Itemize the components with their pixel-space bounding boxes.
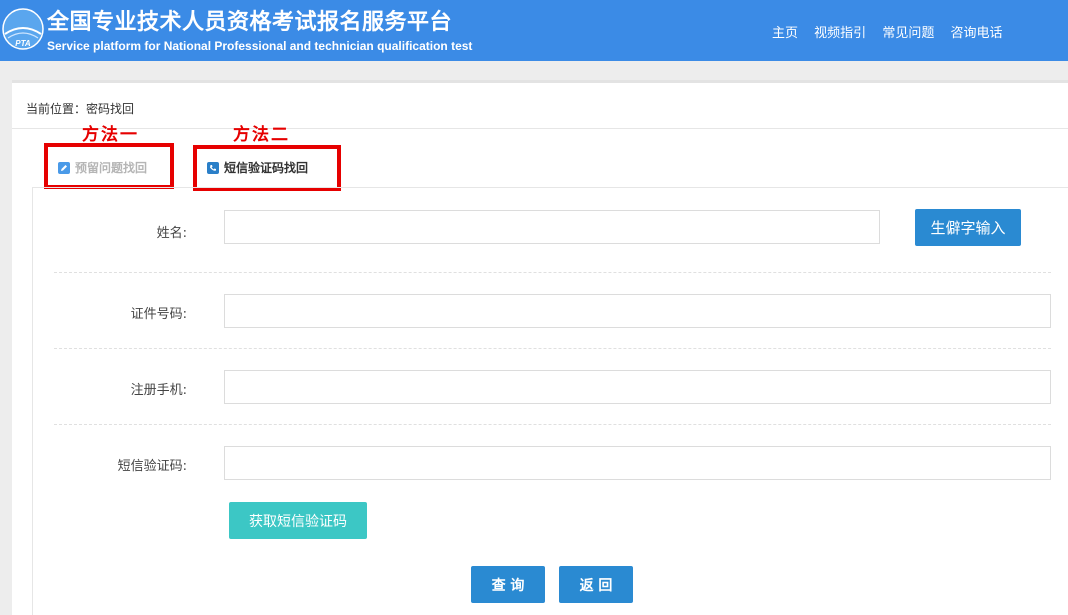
logo-text: PTA — [15, 39, 31, 48]
get-sms-code-button[interactable]: 获取短信验证码 — [229, 502, 367, 539]
tab-security-question[interactable]: 预留问题找回 — [58, 159, 147, 176]
pta-logo-icon: PTA — [2, 8, 44, 50]
nav-video-guide[interactable]: 视频指引 — [814, 26, 866, 41]
phone-icon — [207, 161, 219, 174]
breadcrumb-divider — [12, 128, 1068, 129]
sms-code-input[interactable] — [224, 446, 1051, 480]
divider-3 — [54, 424, 1051, 425]
rare-char-input-button[interactable]: 生僻字输入 — [915, 209, 1021, 246]
nav-home[interactable]: 主页 — [772, 26, 798, 41]
name-label: 姓名: — [156, 226, 187, 241]
nav-hotline[interactable]: 咨询电话 — [950, 26, 1002, 41]
divider-2 — [54, 348, 1051, 349]
tab-sms-code[interactable]: 短信验证码找回 — [207, 159, 308, 176]
phone-label: 注册手机: — [130, 383, 187, 398]
top-header: PTA 全国专业技术人员资格考试报名服务平台 Service platform … — [0, 0, 1068, 61]
id-number-input[interactable] — [224, 294, 1051, 328]
breadcrumb: 当前位置：密码找回 — [26, 102, 135, 116]
name-input[interactable] — [224, 210, 880, 244]
phone-input[interactable] — [224, 370, 1051, 404]
annotation-method2: 方法二 — [233, 125, 290, 145]
tab-sms-code-label: 短信验证码找回 — [224, 161, 309, 175]
form-area: 姓名: 生僻字输入 证件号码: 注册手机: 短信验证码: 获取短信验证码 查 询… — [32, 187, 1068, 615]
nav-faq[interactable]: 常见问题 — [882, 26, 934, 41]
site-title: 全国专业技术人员资格考试报名服务平台 — [47, 10, 453, 35]
divider-1 — [54, 272, 1051, 273]
main-panel: 当前位置：密码找回 方法一 方法二 预留问题找回 短信验证码找回 姓名: 生僻字… — [12, 80, 1068, 615]
back-button[interactable]: 返 回 — [559, 566, 633, 603]
tab-security-question-label: 预留问题找回 — [75, 161, 148, 175]
query-button[interactable]: 查 询 — [471, 566, 545, 603]
site-subtitle: Service platform for National Profession… — [47, 39, 473, 53]
sms-code-label: 短信验证码: — [117, 459, 187, 474]
annotation-method1: 方法一 — [82, 125, 139, 145]
id-number-label: 证件号码: — [130, 307, 187, 322]
top-nav: 主页 视频指引 常见问题 咨询电话 — [772, 22, 1014, 41]
edit-icon — [58, 161, 70, 174]
